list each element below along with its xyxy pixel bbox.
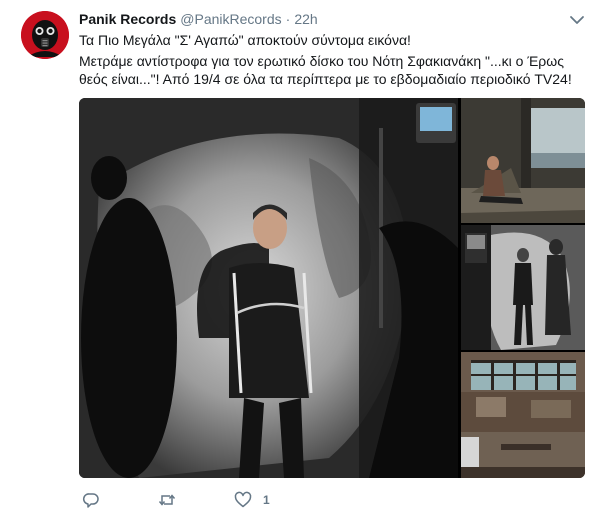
tweet-text-line: Μετράμε αντίστροφα για τον ερωτικό δίσκο… [79,53,572,87]
separator-dot: · [285,11,291,27]
photo-seated-man [461,98,585,223]
photo-artist-portrait [79,98,458,478]
gas-mask-logo-icon [21,11,69,59]
photo-abandoned-building [461,352,585,478]
author-name[interactable]: Panik Records [79,11,176,27]
photo-thumbnail[interactable] [461,225,585,350]
reply-button[interactable] [82,491,100,509]
timestamp[interactable]: 22h [294,11,317,27]
heart-icon [234,491,252,508]
retweet-button[interactable] [158,491,176,509]
media-grid [79,98,585,478]
like-count: 1 [263,493,270,507]
retweet-icon [158,494,176,506]
like-button[interactable]: 1 [234,491,270,509]
avatar[interactable] [21,11,69,59]
photo-thumbnail[interactable] [461,352,585,478]
photo-set-behind-scenes [461,225,585,350]
tweet-text: Τα Πιο Μεγάλα "Σ' Αγαπώ" αποκτούν σύντομ… [79,31,589,91]
tweet-actions: 1 [79,489,270,511]
tweet: Panik Records @PanikRecords · 22h Τα Πιο… [0,0,603,521]
tweet-header: Panik Records @PanikRecords · 22h [79,11,318,30]
photo-main[interactable] [79,98,458,478]
more-options-button[interactable] [568,12,586,28]
chevron-down-icon [570,16,584,24]
author-handle[interactable]: @PanikRecords [180,11,281,27]
reply-icon [82,493,99,508]
photo-thumbnail[interactable] [461,98,585,223]
tweet-text-line: Τα Πιο Μεγάλα "Σ' Αγαπώ" αποκτούν σύντομ… [79,32,411,48]
